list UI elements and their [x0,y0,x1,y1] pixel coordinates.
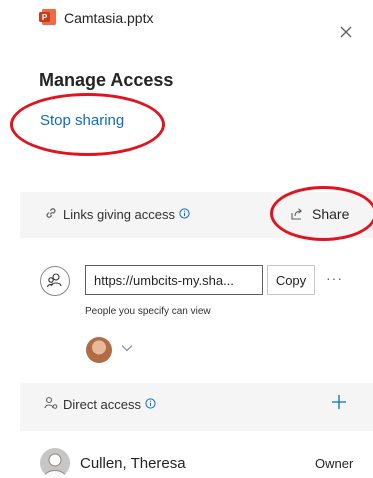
chevron-down-icon[interactable] [121,344,133,352]
panel-title: Manage Access [39,70,174,90]
links-section-label: Links giving access [63,207,190,222]
person-name: Cullen, Theresa [80,455,186,472]
link-url-field[interactable] [85,265,263,295]
direct-access-text: Direct access [63,397,142,412]
shared-user-avatar [86,337,112,363]
specific-people-link-icon [40,266,70,296]
add-people-icon[interactable] [330,393,348,411]
person-avatar [40,448,70,478]
file-name: Camtasia.pptx [64,10,154,26]
svg-text:P: P [42,13,48,22]
annotation-oval-stop-sharing [10,93,165,156]
info-icon[interactable] [145,398,156,409]
person-role[interactable]: Owner [315,456,353,471]
direct-access-label: Direct access [63,397,156,412]
info-icon[interactable] [179,208,190,219]
link-icon [46,208,56,218]
person-icon [44,396,58,409]
link-scope-text: People you specify can view [85,306,211,317]
powerpoint-file-icon: P [39,9,56,25]
copy-link-button[interactable]: Copy [267,265,315,295]
close-icon[interactable] [338,24,354,40]
links-section-text: Links giving access [63,207,175,222]
more-options-button[interactable]: ··· [326,270,343,286]
annotation-oval-share [270,186,373,241]
